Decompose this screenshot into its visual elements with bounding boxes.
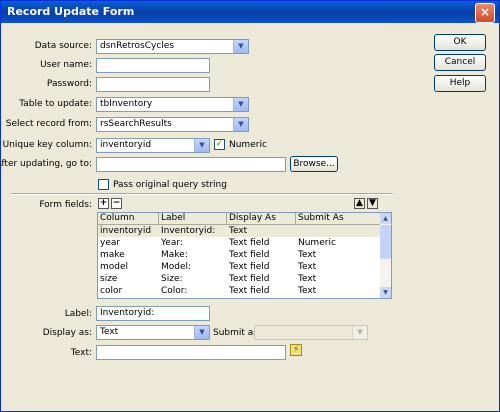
data-source-select[interactable]: dsnRetrosCycles ▼ [96, 39, 249, 54]
close-button[interactable]: × [475, 3, 495, 23]
chevron-down-icon[interactable]: ▼ [352, 326, 367, 339]
label-input[interactable]: Inventoryid: [96, 306, 210, 321]
lightning-icon[interactable]: ⚡ [290, 344, 302, 356]
select-record-select[interactable]: rsSearchResults ▼ [96, 117, 249, 132]
cell: Text [229, 226, 248, 236]
minus-icon[interactable]: − [111, 198, 122, 209]
arrow-down-icon[interactable]: ▼ [367, 198, 378, 209]
cell: Text field [229, 250, 270, 260]
cell: Numeric [298, 238, 336, 248]
scroll-thumb[interactable] [380, 225, 391, 259]
cell: Text field [229, 238, 270, 248]
cell: model [100, 262, 129, 272]
close-icon: × [479, 5, 491, 19]
column-header[interactable]: Submit As [296, 213, 381, 224]
table-row[interactable]: model Model: Text field Text [98, 261, 381, 273]
table-row[interactable]: inventoryid Inventoryid: Text [98, 225, 381, 237]
display-as-select[interactable]: Text ▼ [96, 325, 210, 340]
cell: Make: [161, 250, 188, 260]
table-value: tbInventory [100, 99, 153, 109]
column-header[interactable]: Column [98, 213, 159, 224]
user-name-input[interactable] [96, 58, 210, 73]
column-header[interactable]: Display As [227, 213, 296, 224]
after-updating-input[interactable] [96, 157, 286, 172]
text-input[interactable] [96, 345, 286, 360]
select-record-value: rsSearchResults [100, 119, 172, 129]
user-name-label: User name: [40, 60, 92, 70]
after-updating-label: After updating, go to: [0, 159, 92, 169]
table-row[interactable]: year Year: Text field Numeric [98, 237, 381, 249]
cell: Model: [161, 262, 192, 272]
help-button[interactable]: Help [434, 75, 486, 92]
scroll-up-icon[interactable]: ▲ [380, 213, 391, 224]
password-label: Password: [46, 79, 92, 89]
numeric-checkbox[interactable]: ✓ [214, 139, 225, 150]
column-header[interactable]: Label [159, 213, 227, 224]
chevron-down-icon[interactable]: ▼ [233, 40, 248, 53]
chevron-down-icon[interactable]: ▼ [233, 118, 248, 131]
cell: Size: [161, 274, 183, 284]
cell: Text field [229, 262, 270, 272]
data-source-value: dsnRetrosCycles [100, 41, 175, 51]
title-bar[interactable]: Record Update Form × [1, 1, 499, 23]
cell: inventoryid [100, 226, 152, 236]
cell: Text field [229, 274, 270, 284]
table-row[interactable]: make Make: Text field Text [98, 249, 381, 261]
submit-as-select[interactable]: ▼ [254, 325, 368, 340]
pass-query-label: Pass original query string [113, 180, 227, 190]
label-label: Label: [64, 309, 92, 319]
chevron-down-icon[interactable]: ▼ [194, 326, 209, 339]
unique-key-value: inventoryid [100, 140, 152, 150]
data-source-label: Data source: [34, 41, 92, 51]
password-input[interactable] [96, 77, 210, 92]
form-fields-label: Form fields: [39, 200, 92, 210]
table-select[interactable]: tbInventory ▼ [96, 97, 249, 112]
separator [11, 193, 393, 195]
cell: Text field [229, 286, 270, 296]
unique-key-label: Unique key column: [2, 140, 92, 150]
text-label: Text: [70, 348, 92, 358]
plus-icon[interactable]: + [98, 198, 109, 209]
window-title: Record Update Form [7, 5, 135, 18]
form-fields-grid[interactable]: Column Label Display As Submit As invent… [97, 212, 392, 299]
select-record-label: Select record from: [5, 119, 92, 129]
numeric-label: Numeric [229, 140, 267, 150]
cell: Year: [161, 238, 183, 248]
scroll-down-icon[interactable]: ▼ [380, 287, 391, 298]
pass-query-checkbox[interactable] [98, 179, 109, 190]
cell: Text [298, 262, 317, 272]
dialog-window: Record Update Form × OK Cancel Help Data… [0, 0, 500, 412]
cell: make [100, 250, 125, 260]
cell: Text [298, 286, 317, 296]
grid-header: Column Label Display As Submit As [98, 213, 381, 225]
cell: size [100, 274, 118, 284]
grid-scrollbar[interactable]: ▲ ▼ [380, 213, 391, 298]
display-as-value: Text [100, 327, 119, 337]
cell: Text [298, 250, 317, 260]
unique-key-select[interactable]: inventoryid ▼ [96, 138, 210, 153]
table-label: Table to update: [19, 99, 92, 109]
cancel-button[interactable]: Cancel [434, 54, 486, 71]
ok-button[interactable]: OK [434, 34, 486, 51]
table-row[interactable]: size Size: Text field Text [98, 273, 381, 285]
browse-button[interactable]: Browse... [290, 156, 338, 172]
display-as-label: Display as: [42, 328, 92, 338]
cell: color [100, 286, 123, 296]
cell: Inventoryid: [161, 226, 216, 236]
chevron-down-icon[interactable]: ▼ [233, 98, 248, 111]
cell: year [100, 238, 121, 248]
chevron-down-icon[interactable]: ▼ [194, 139, 209, 152]
arrow-up-icon[interactable]: ▲ [354, 198, 365, 209]
table-row[interactable]: color Color: Text field Text [98, 285, 381, 297]
cell: Color: [161, 286, 188, 296]
cell: Text [298, 274, 317, 284]
